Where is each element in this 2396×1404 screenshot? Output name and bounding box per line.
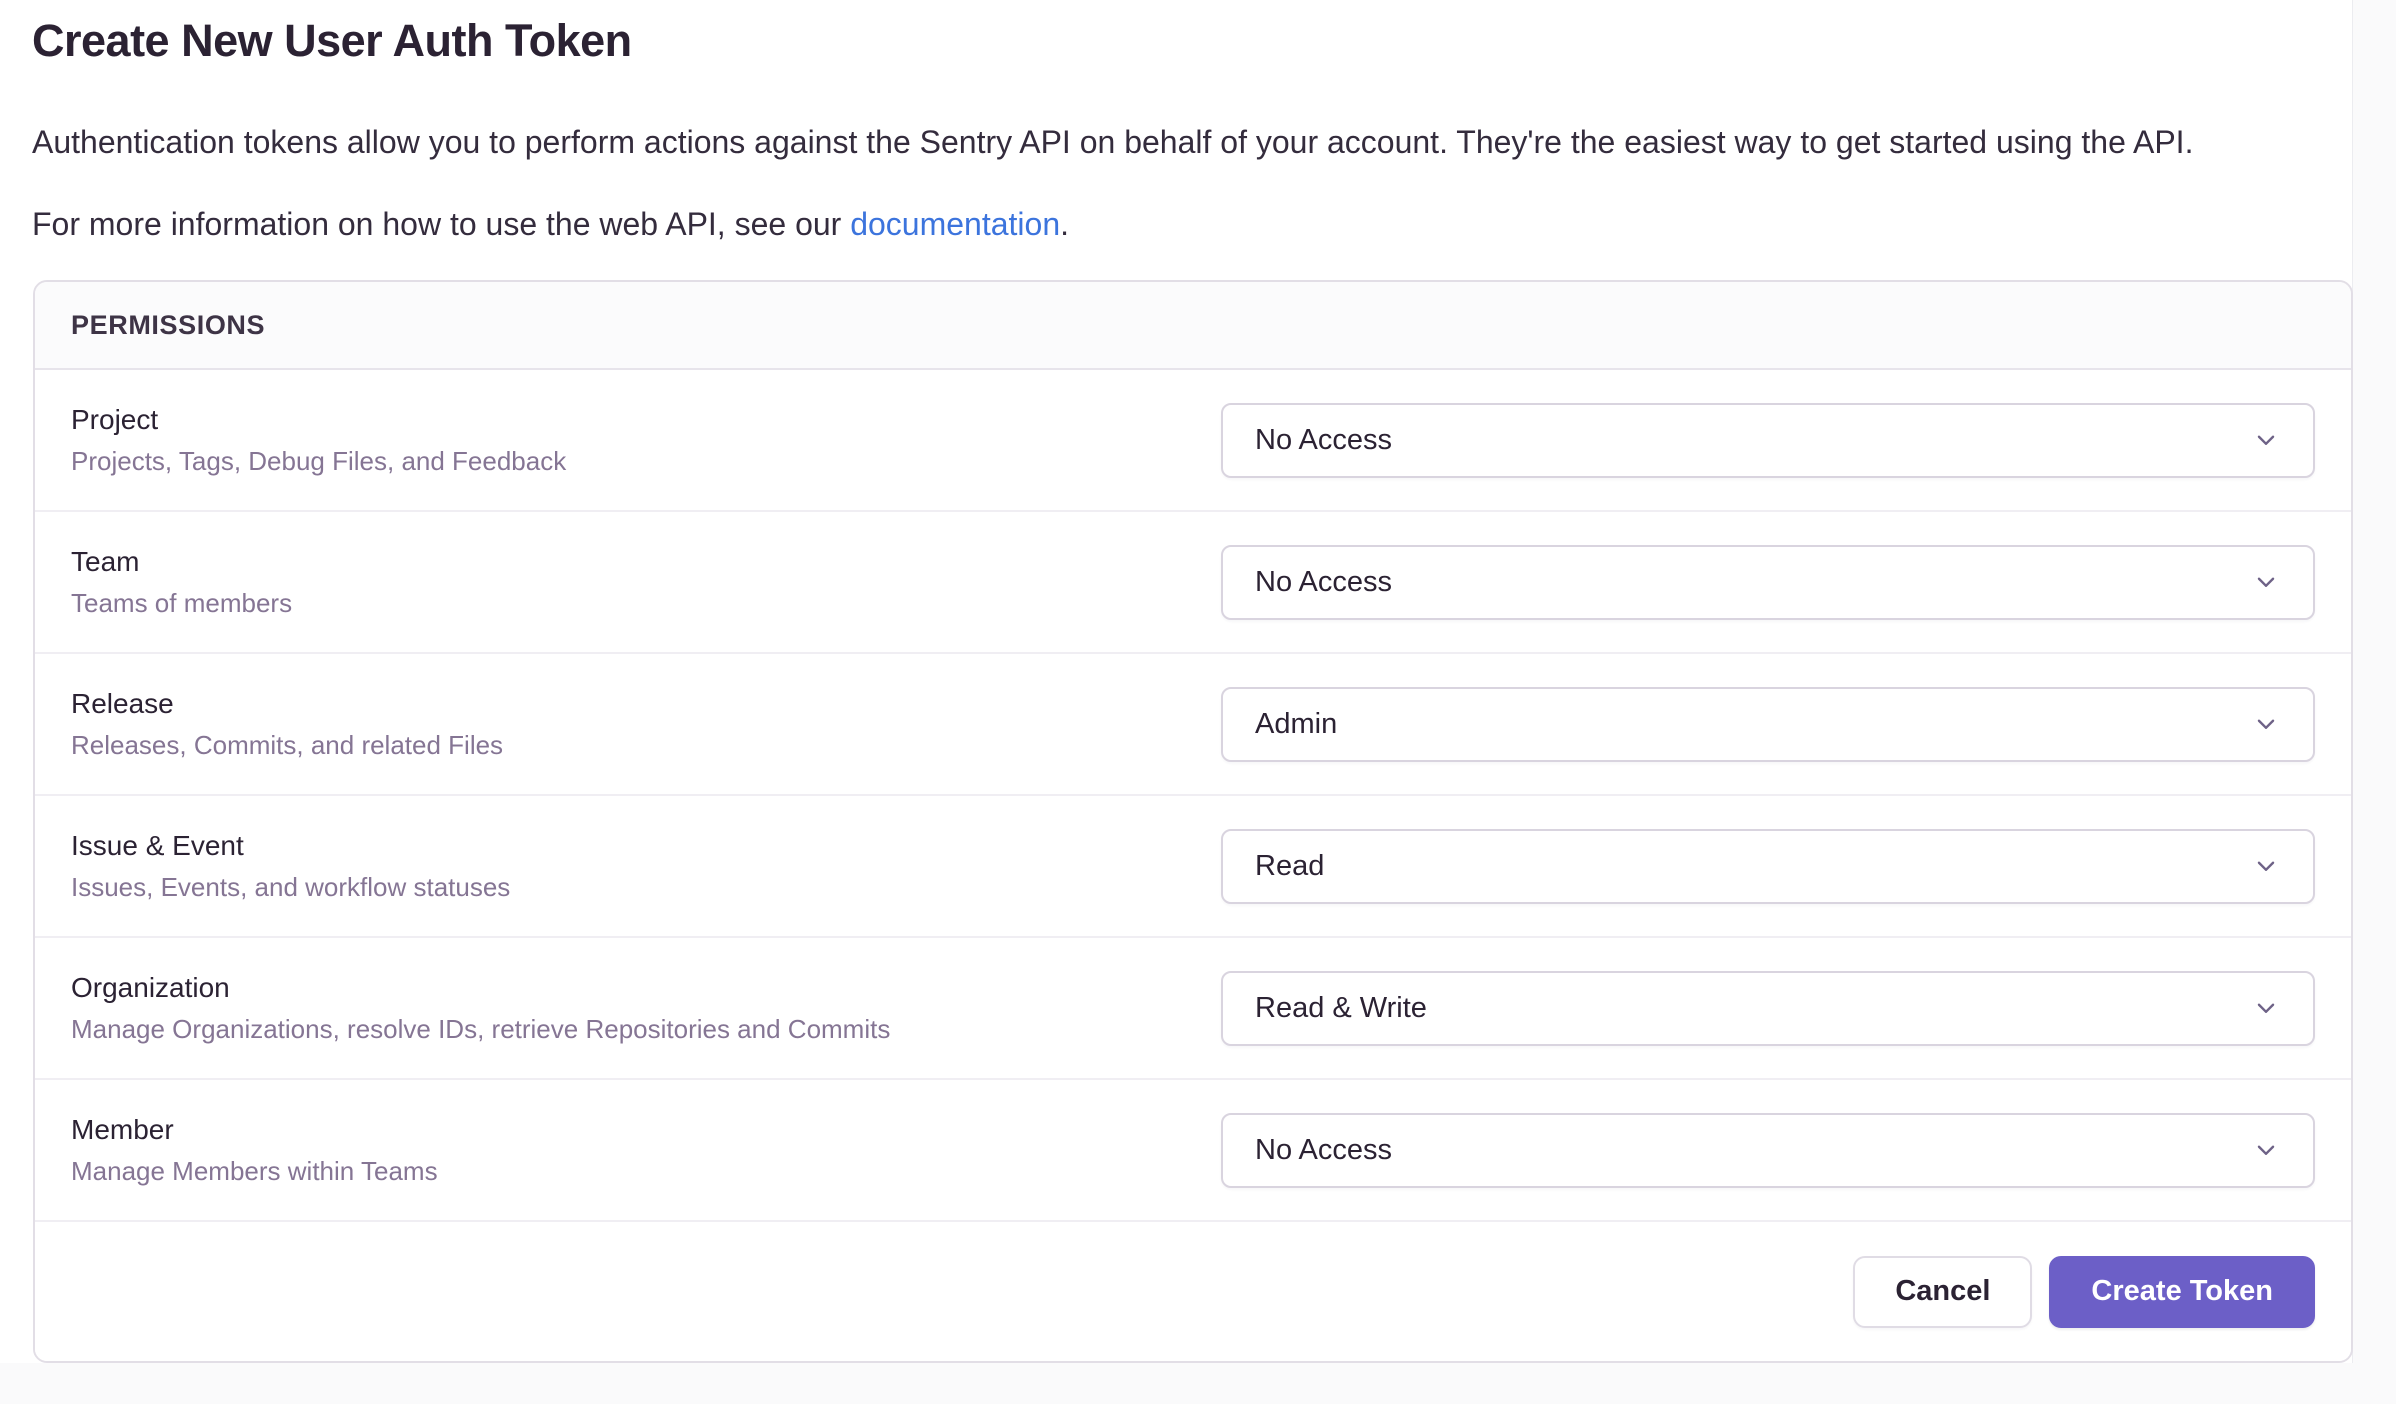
- permission-name: Team: [71, 545, 1221, 579]
- permission-row: Release Releases, Commits, and related F…: [35, 654, 2351, 796]
- settings-content: Create New User Auth Token Authenticatio…: [0, 0, 2353, 1363]
- docs-text-prefix: For more information on how to use the w…: [32, 206, 850, 242]
- permission-row: Issue & Event Issues, Events, and workfl…: [35, 796, 2351, 938]
- permission-description: Teams of members: [71, 588, 1221, 619]
- permission-select[interactable]: Admin: [1221, 687, 2315, 762]
- permission-name: Issue & Event: [71, 829, 1221, 863]
- panel-header-label: PERMISSIONS: [71, 310, 265, 341]
- chevron-down-icon: [2253, 1137, 2279, 1163]
- permission-select[interactable]: Read & Write: [1221, 971, 2315, 1046]
- permission-description: Manage Organizations, resolve IDs, retri…: [71, 1014, 1221, 1045]
- documentation-link[interactable]: documentation: [850, 206, 1060, 242]
- permission-info: Member Manage Members within Teams: [71, 1113, 1221, 1187]
- permission-rows: Project Projects, Tags, Debug Files, and…: [35, 370, 2351, 1222]
- permission-select-value: No Access: [1255, 424, 1392, 457]
- chevron-down-icon: [2253, 569, 2279, 595]
- page-title: Create New User Auth Token: [0, 14, 2352, 68]
- cancel-button[interactable]: Cancel: [1853, 1256, 2032, 1328]
- permission-name: Release: [71, 687, 1221, 721]
- permission-info: Project Projects, Tags, Debug Files, and…: [71, 403, 1221, 477]
- permission-name: Organization: [71, 971, 1221, 1005]
- permission-name: Member: [71, 1113, 1221, 1147]
- permission-row: Member Manage Members within Teams No Ac…: [35, 1080, 2351, 1222]
- permission-name: Project: [71, 403, 1221, 437]
- permission-select[interactable]: No Access: [1221, 403, 2315, 478]
- permission-row: Team Teams of members No Access: [35, 512, 2351, 654]
- permissions-panel: PERMISSIONS Project Projects, Tags, Debu…: [33, 280, 2353, 1363]
- permission-description: Issues, Events, and workflow statuses: [71, 872, 1221, 903]
- docs-text: For more information on how to use the w…: [0, 204, 2352, 246]
- create-token-button[interactable]: Create Token: [2049, 1256, 2315, 1328]
- permission-select-value: No Access: [1255, 1134, 1392, 1167]
- intro-text: Authentication tokens allow you to perfo…: [0, 122, 2352, 164]
- permission-info: Issue & Event Issues, Events, and workfl…: [71, 829, 1221, 903]
- permission-select-value: Admin: [1255, 708, 1337, 741]
- chevron-down-icon: [2253, 427, 2279, 453]
- permission-select[interactable]: Read: [1221, 829, 2315, 904]
- permission-select[interactable]: No Access: [1221, 545, 2315, 620]
- permission-description: Releases, Commits, and related Files: [71, 730, 1221, 761]
- permission-row: Project Projects, Tags, Debug Files, and…: [35, 370, 2351, 512]
- permission-info: Organization Manage Organizations, resol…: [71, 971, 1221, 1045]
- permission-select-value: Read & Write: [1255, 992, 1427, 1025]
- permission-info: Release Releases, Commits, and related F…: [71, 687, 1221, 761]
- permission-row: Organization Manage Organizations, resol…: [35, 938, 2351, 1080]
- settings-page: Create New User Auth Token Authenticatio…: [0, 0, 2396, 1404]
- permission-description: Projects, Tags, Debug Files, and Feedbac…: [71, 446, 1221, 477]
- panel-footer: Cancel Create Token: [35, 1222, 2351, 1361]
- permission-info: Team Teams of members: [71, 545, 1221, 619]
- permissions-panel-header: PERMISSIONS: [35, 282, 2351, 370]
- permission-select-value: No Access: [1255, 566, 1392, 599]
- permission-select-value: Read: [1255, 850, 1324, 883]
- chevron-down-icon: [2253, 711, 2279, 737]
- permission-description: Manage Members within Teams: [71, 1156, 1221, 1187]
- docs-text-suffix: .: [1060, 206, 1069, 242]
- chevron-down-icon: [2253, 995, 2279, 1021]
- permission-select[interactable]: No Access: [1221, 1113, 2315, 1188]
- chevron-down-icon: [2253, 853, 2279, 879]
